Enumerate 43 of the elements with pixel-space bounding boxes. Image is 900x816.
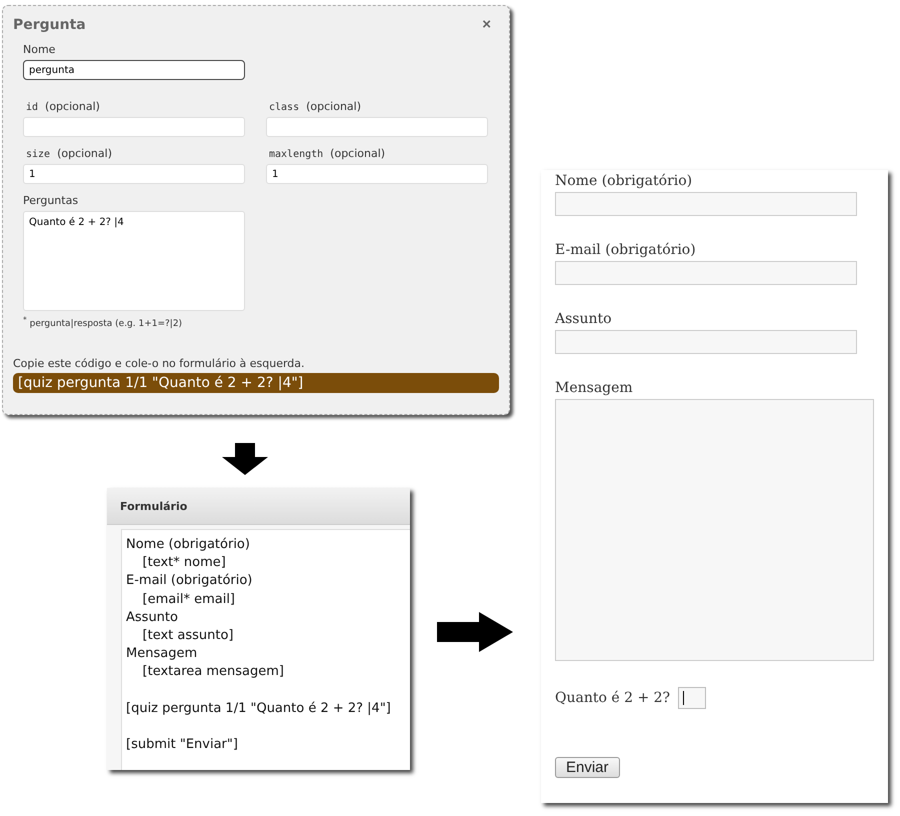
field-label: size (opcional) xyxy=(26,147,113,160)
name-field[interactable]: pergunta xyxy=(23,60,245,80)
text-field[interactable] xyxy=(555,261,857,285)
right-arrow-icon xyxy=(437,612,513,652)
submit-button[interactable]: Enviar xyxy=(555,757,620,778)
input-field[interactable] xyxy=(266,117,488,137)
text-cursor xyxy=(683,691,684,705)
code-line: [text assunto] xyxy=(142,628,234,644)
hint-text: $^{*}$ pergunta|resposta (e.g. 1+1=?|2) xyxy=(23,315,184,329)
dialog-title: Pergunta xyxy=(13,16,86,32)
field-label: Assunto xyxy=(555,311,613,327)
field-label: Mensagem xyxy=(555,380,634,396)
field-label: Nome (obrigatório) xyxy=(555,173,694,189)
instruction-text: Copie este código e cole-o no formulário à esquerda. xyxy=(13,357,306,370)
code-line: E-mail (obrigatório) xyxy=(126,573,252,588)
answer-field[interactable] xyxy=(678,687,706,709)
message-field[interactable] xyxy=(555,399,874,661)
code-line: Mensagem xyxy=(126,646,198,662)
code-line: [quiz pergunta 1/1 "Quanto é 2 + 2? |4"] xyxy=(126,700,391,716)
down-arrow-icon xyxy=(222,443,268,475)
code-line: Nome (obrigatório) xyxy=(126,537,250,552)
text-field[interactable] xyxy=(555,192,857,216)
panel-title: Formulário xyxy=(120,500,188,512)
code-line: [text* nome] xyxy=(142,555,226,570)
code-field[interactable]: [quiz pergunta 1/1 "Quanto é 2 + 2? |4"] xyxy=(13,373,499,393)
code-line: [email* email] xyxy=(142,592,236,607)
text-field[interactable] xyxy=(555,330,857,354)
close-button[interactable]: × xyxy=(482,16,499,33)
field-label: id (opcional) xyxy=(26,100,101,113)
code-line: Assunto xyxy=(126,610,178,625)
questions-field[interactable]: Quanto é 2 + 2? |4 xyxy=(23,211,245,311)
input-field[interactable] xyxy=(23,117,245,137)
input-field[interactable]: 1 xyxy=(266,164,488,184)
code-line: [textarea mensagem] xyxy=(142,664,284,680)
field-label: Perguntas xyxy=(23,194,80,207)
input-field[interactable]: 1 xyxy=(23,164,245,184)
field-label: Nome xyxy=(23,43,56,56)
field-label: class (opcional) xyxy=(269,100,362,113)
field-label: E-mail (obrigatório) xyxy=(555,242,697,258)
code-line: [submit "Enviar"] xyxy=(126,737,238,752)
code-editor[interactable]: Nome (obrigatório) [text* nome] E-mail (obrigatório) [email* email] Assunto [text assunto] Mensagem [textarea mensagem] [quiz pergunta 1/1 "Quanto é 2 + 2? |4"] [submit "Enviar"] xyxy=(121,529,410,770)
quiz-question: Quanto é 2 + 2? xyxy=(555,690,670,706)
field-label: maxlength (opcional) xyxy=(269,147,386,160)
